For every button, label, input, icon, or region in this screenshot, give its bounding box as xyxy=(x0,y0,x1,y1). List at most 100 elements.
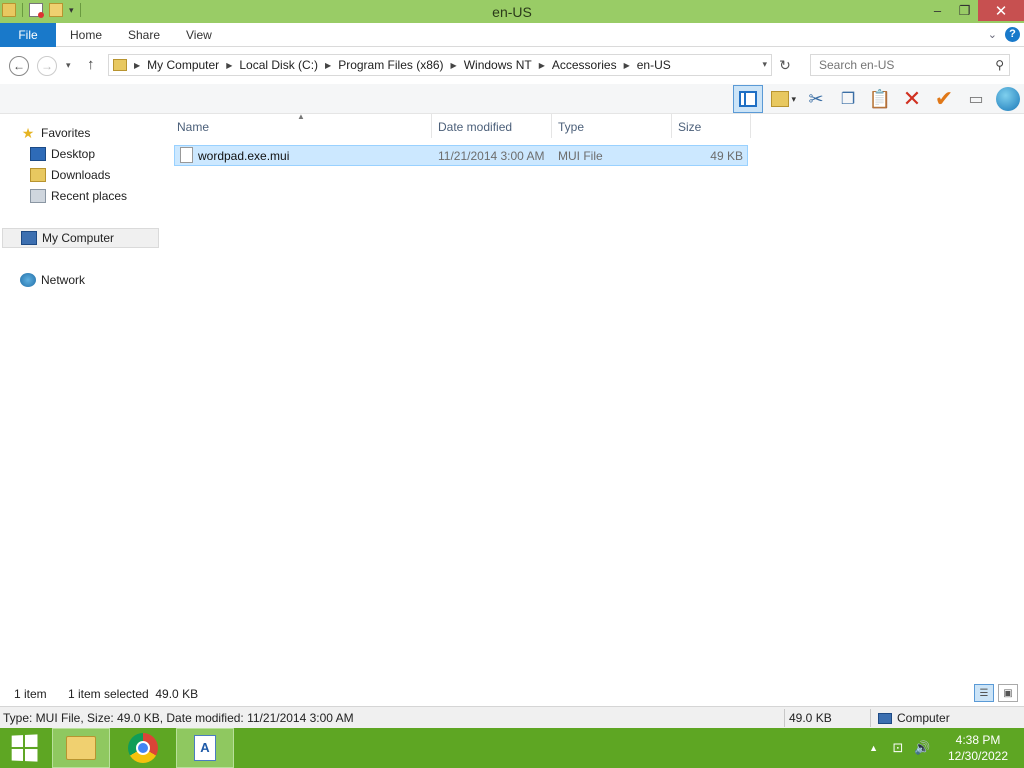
help-icon[interactable]: ? xyxy=(1005,27,1020,42)
preview-pane-icon[interactable] xyxy=(733,85,764,113)
column-divider[interactable] xyxy=(671,114,672,138)
delete-icon[interactable]: ✕ xyxy=(900,86,924,111)
details-summary: Type: MUI File, Size: 49.0 KB, Date modi… xyxy=(3,711,354,725)
file-size: 49 KB xyxy=(710,149,743,163)
forward-button[interactable]: → xyxy=(37,56,57,76)
large-icons-view-icon[interactable]: ▣ xyxy=(998,684,1018,702)
close-button[interactable]: ✕ xyxy=(978,0,1024,21)
address-bar[interactable]: ▶ My Computer ▶ Local Disk (C:) ▶ Progra… xyxy=(108,54,772,76)
navigation-pane: ★ Favorites Desktop Downloads Recent pla… xyxy=(0,114,160,676)
file-row[interactable]: wordpad.exe.mui 11/21/2014 3:00 AM MUI F… xyxy=(174,145,748,166)
file-date-modified: 11/21/2014 3:00 AM xyxy=(438,149,545,163)
address-dropdown-icon[interactable]: ▾ xyxy=(762,59,767,70)
selection-info: 1 item selected 49.0 KB xyxy=(68,687,199,701)
status-bar: 1 item 1 item selected 49.0 KB ☰ ▣ xyxy=(0,683,1024,705)
command-toolbar: ▾ ✂ ❐ 📋 ✕ ✔ ▭ xyxy=(0,84,1024,114)
up-button[interactable]: ↑ xyxy=(87,56,95,73)
computer-icon xyxy=(21,231,37,245)
window-controls: – ❐ ✕ xyxy=(924,0,1024,21)
column-header-size[interactable]: Size xyxy=(678,120,701,134)
breadcrumb-my-computer[interactable]: My Computer xyxy=(147,58,219,72)
tab-file[interactable]: File xyxy=(0,23,56,47)
details-divider xyxy=(784,709,785,727)
breadcrumb-local-disk[interactable]: Local Disk (C:) xyxy=(239,58,318,72)
column-header-date[interactable]: Date modified xyxy=(438,120,512,134)
clock[interactable]: 4:38 PM 12/30/2022 xyxy=(938,732,1018,764)
taskbar-wordpad[interactable]: A xyxy=(176,728,234,768)
clock-date: 12/30/2022 xyxy=(947,749,1009,763)
restore-button[interactable]: ❐ xyxy=(951,0,978,21)
column-header-type[interactable]: Type xyxy=(558,120,584,134)
rename-icon[interactable]: ▭ xyxy=(964,87,988,111)
wordpad-icon: A xyxy=(194,735,216,761)
back-button[interactable]: ← xyxy=(9,56,29,76)
breadcrumb-en-us[interactable]: en-US xyxy=(637,58,671,72)
tab-share[interactable]: Share xyxy=(128,23,160,47)
expand-ribbon-icon[interactable]: ⌄ xyxy=(988,28,997,41)
paste-icon[interactable]: 📋 xyxy=(868,87,892,111)
search-box[interactable]: ⚲ xyxy=(810,54,1010,76)
network-status-icon[interactable]: ⊡ xyxy=(890,741,906,755)
title-bar: ▾ en-US – ❐ ✕ xyxy=(0,0,1024,23)
taskbar-file-explorer[interactable] xyxy=(52,728,110,768)
tab-home[interactable]: Home xyxy=(70,23,102,47)
recent-places-icon xyxy=(30,189,46,203)
start-button[interactable] xyxy=(0,728,48,768)
ribbon-controls: ⌄ ? xyxy=(988,27,1020,42)
breadcrumb-program-files[interactable]: Program Files (x86) xyxy=(338,58,443,72)
file-name: wordpad.exe.mui xyxy=(198,149,290,163)
nav-my-computer[interactable]: My Computer xyxy=(2,228,159,248)
details-location: Computer xyxy=(878,711,950,725)
copy-icon[interactable]: ❐ xyxy=(836,87,860,111)
details-view-icon[interactable]: ☰ xyxy=(974,684,994,702)
minimize-button[interactable]: – xyxy=(924,0,951,21)
breadcrumb-arrow-icon[interactable]: ▶ xyxy=(325,61,331,70)
nav-computer-label: My Computer xyxy=(42,231,115,245)
taskbar: A ▲ ⊡ 🔊 4:38 PM 12/30/2022 xyxy=(0,728,1024,768)
breadcrumb-arrow-icon[interactable]: ▶ xyxy=(134,61,140,70)
chrome-icon xyxy=(128,733,158,763)
globe-icon[interactable] xyxy=(996,87,1020,111)
file-icon xyxy=(180,147,193,163)
folder-icon xyxy=(113,59,127,71)
nav-network-label: Network xyxy=(41,273,86,287)
column-divider[interactable] xyxy=(431,114,432,138)
refresh-button[interactable]: ↻ xyxy=(776,56,794,74)
column-divider[interactable] xyxy=(750,114,751,138)
column-divider[interactable] xyxy=(551,114,552,138)
windows-logo-icon xyxy=(11,734,38,762)
nav-desktop[interactable]: Desktop xyxy=(0,144,160,164)
tab-view[interactable]: View xyxy=(186,23,212,47)
breadcrumb-arrow-icon[interactable]: ▶ xyxy=(451,61,457,70)
view-switcher: ☰ ▣ xyxy=(974,684,1018,702)
clock-time: 4:38 PM xyxy=(955,733,1001,747)
folder-options-icon[interactable] xyxy=(771,91,790,107)
checkmark-icon[interactable]: ✔ xyxy=(932,86,956,111)
cut-icon[interactable]: ✂ xyxy=(804,87,828,111)
nav-downloads[interactable]: Downloads xyxy=(0,165,160,185)
star-icon: ★ xyxy=(21,125,35,141)
breadcrumb-arrow-icon[interactable]: ▶ xyxy=(226,61,232,70)
breadcrumb-accessories[interactable]: Accessories xyxy=(552,58,617,72)
nav-downloads-label: Downloads xyxy=(51,168,111,182)
nav-recent-places[interactable]: Recent places xyxy=(0,186,160,206)
volume-icon[interactable]: 🔊 xyxy=(914,741,930,755)
toolbar-icons: ▾ ✂ ❐ 📋 ✕ ✔ ▭ xyxy=(733,85,1020,113)
folder-options-dropdown-icon[interactable]: ▾ xyxy=(791,94,796,105)
show-hidden-icons-icon[interactable]: ▲ xyxy=(869,743,878,753)
search-input[interactable] xyxy=(811,55,981,75)
details-size: 49.0 KB xyxy=(789,711,832,725)
recent-locations-dropdown[interactable]: ▾ xyxy=(66,60,71,71)
desktop-icon xyxy=(30,147,46,161)
column-header-name[interactable]: Name xyxy=(177,120,209,134)
breadcrumb-arrow-icon[interactable]: ▶ xyxy=(624,61,630,70)
nav-network[interactable]: Network xyxy=(0,270,160,290)
taskbar-chrome[interactable] xyxy=(114,728,172,768)
file-explorer-icon xyxy=(66,736,96,760)
breadcrumb-windows-nt[interactable]: Windows NT xyxy=(464,58,532,72)
breadcrumb-arrow-icon[interactable]: ▶ xyxy=(539,61,545,70)
search-icon[interactable]: ⚲ xyxy=(995,58,1004,72)
downloads-folder-icon xyxy=(30,168,46,182)
nav-favorites[interactable]: ★ Favorites xyxy=(0,123,160,143)
network-icon xyxy=(20,273,36,287)
